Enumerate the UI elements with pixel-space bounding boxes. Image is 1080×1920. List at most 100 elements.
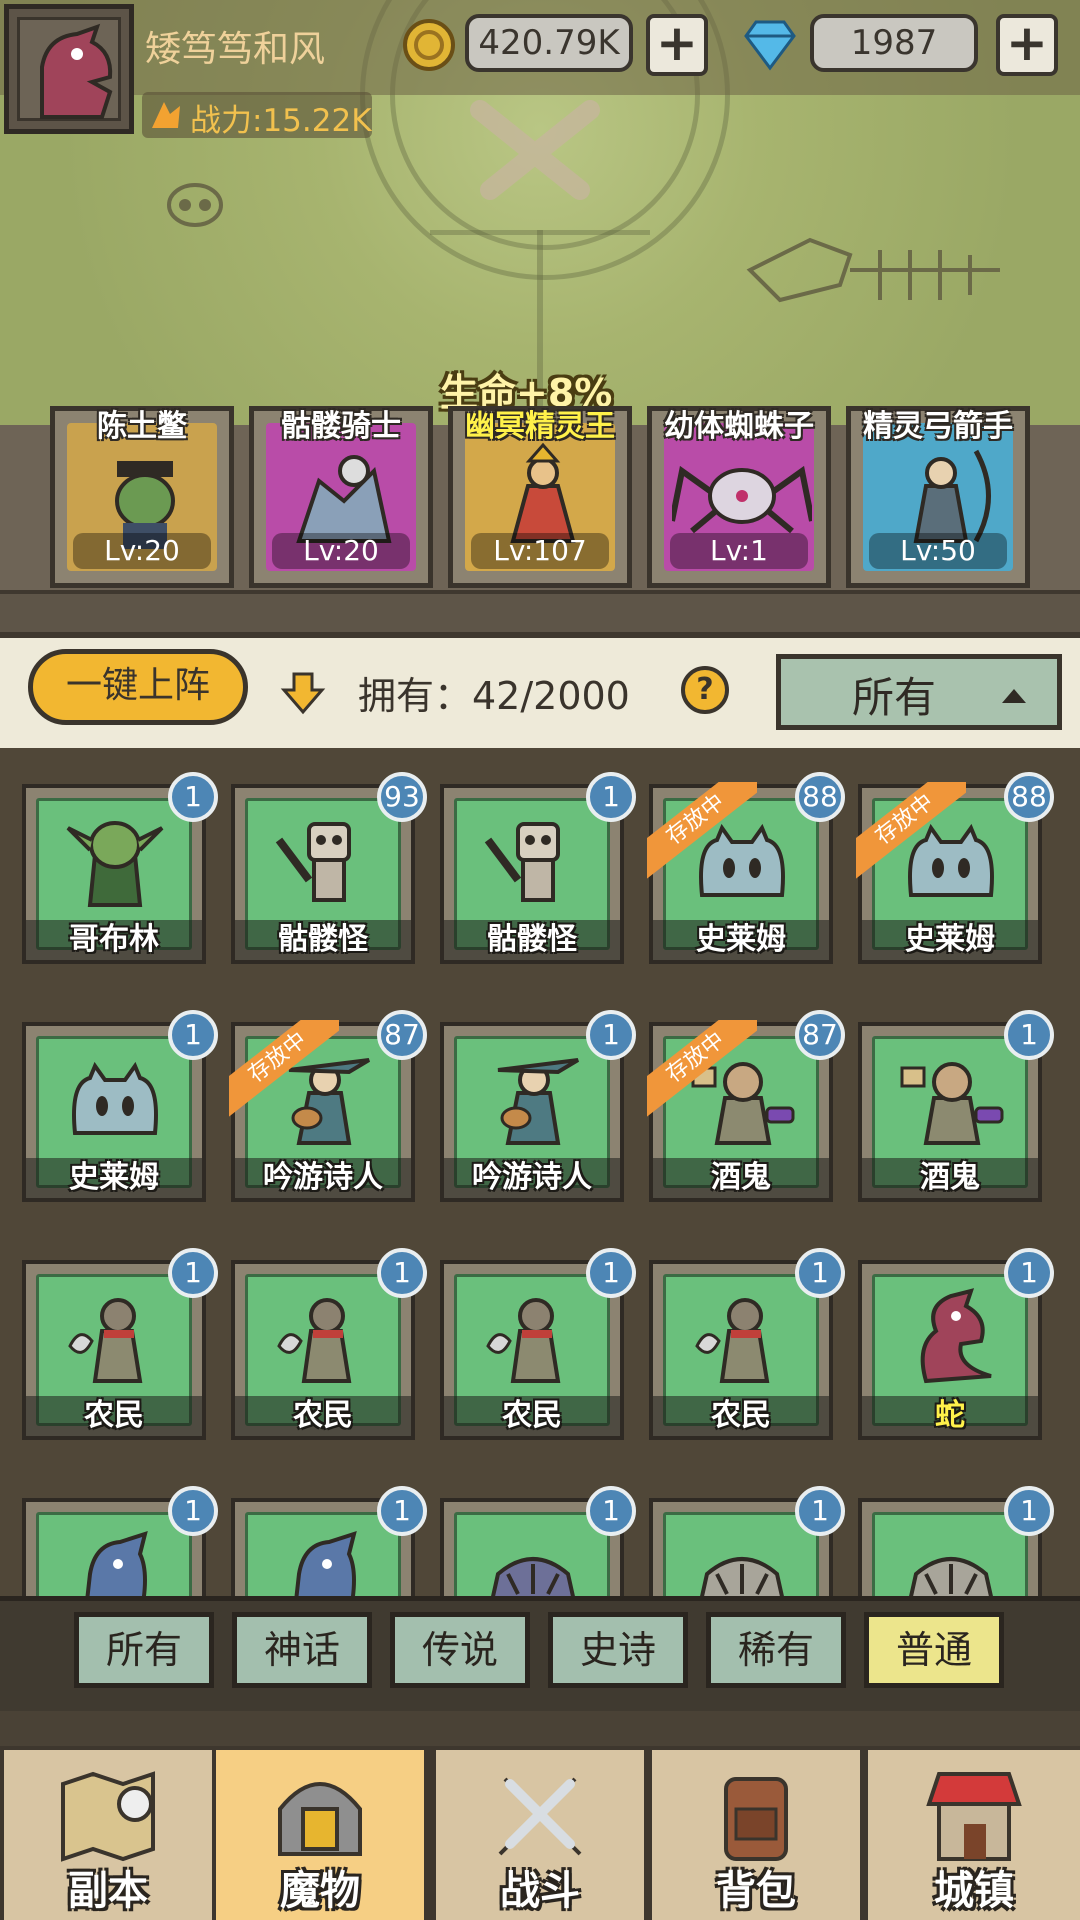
count-badge: 87 <box>795 1010 845 1060</box>
dragon-skeleton-icon <box>746 237 1000 303</box>
nav-label: 副本 <box>68 1868 148 1914</box>
backpack-icon <box>724 1777 788 1861</box>
monster-card[interactable]: 吟游诗人 1 <box>440 1010 636 1202</box>
monster-name: 农民 <box>502 1398 562 1433</box>
gold-coin-icon <box>403 19 455 71</box>
add-diamond-button[interactable]: + <box>996 14 1058 76</box>
snake-icon <box>920 1288 992 1384</box>
diamond-amount: 1987 <box>810 14 978 72</box>
slot-name: 幽冥精灵王 <box>465 409 615 444</box>
monster-card[interactable]: 史莱姆 存放中 88 <box>856 772 1054 964</box>
farmer-icon <box>486 1298 561 1383</box>
owned-count: 拥有：42/2000 <box>358 674 630 718</box>
power-icon <box>152 102 180 128</box>
diamond-icon <box>744 20 796 71</box>
monster-card[interactable]: 农民 1 <box>649 1248 845 1440</box>
stored-ribbon: 存放中 <box>229 1020 339 1130</box>
monster-card[interactable]: 酒鬼 存放中 87 <box>647 1010 845 1202</box>
count-badge: 1 <box>377 1248 427 1298</box>
lineup-slot-3[interactable]: Lv:107 幽冥精灵王 <box>448 406 632 588</box>
count-badge: 1 <box>586 1010 636 1060</box>
monster-name: 哥布林 <box>69 922 159 957</box>
crossed-swords-emblem-icon <box>470 100 600 200</box>
farmer-icon <box>277 1298 352 1383</box>
monster-card[interactable]: 酒鬼 1 <box>858 1010 1054 1202</box>
player-name: 矮笃笃和风 <box>145 29 326 70</box>
monster-name: 酒鬼 <box>711 1160 771 1195</box>
monster-card[interactable]: 哥布林 1 <box>22 772 218 964</box>
monster-name: 农民 <box>84 1398 144 1433</box>
stored-label: 存放中 <box>229 1020 339 1123</box>
lineup-slot-1[interactable]: Lv:20 陈土鳖 <box>50 406 234 588</box>
count-badge: 1 <box>795 1486 845 1536</box>
count-badge: 1 <box>1004 1010 1054 1060</box>
goblin-icon <box>66 821 164 907</box>
caret-up-icon <box>1002 689 1026 703</box>
rarity-tab-rare[interactable]: 稀有 <box>706 1612 846 1688</box>
farmer-icon <box>695 1298 770 1383</box>
rarity-tab-legendary[interactable]: 传说 <box>390 1612 530 1688</box>
nav-label: 魔物 <box>280 1868 360 1914</box>
baby-spider-icon <box>672 465 812 534</box>
lineup-ledge <box>0 590 1080 634</box>
monster-card[interactable]: 农民 1 <box>231 1248 427 1440</box>
count-badge: 1 <box>168 772 218 822</box>
count-badge: 1 <box>1004 1486 1054 1536</box>
slot-level: Lv:107 <box>471 533 609 569</box>
power-value: 战力:15.22K <box>190 103 372 139</box>
nav-tab-battle[interactable]: 战斗 <box>432 1750 644 1920</box>
monster-name: 史莱姆 <box>69 1160 159 1195</box>
monster-card[interactable]: 农民 1 <box>440 1248 636 1440</box>
helmet-icon <box>278 1782 362 1856</box>
drunkard-icon <box>900 1062 1004 1145</box>
monster-card[interactable]: 史莱姆 存放中 88 <box>647 772 845 964</box>
count-badge: 1 <box>586 1248 636 1298</box>
nav-label: 背包 <box>716 1868 796 1914</box>
monster-card[interactable]: 农民 1 <box>22 1248 218 1440</box>
monster-card[interactable]: 骷髅怪 93 <box>231 772 427 964</box>
down-arrow-icon[interactable] <box>280 670 326 716</box>
monster-card[interactable]: 蛇1 <box>858 1248 1054 1440</box>
monster-card[interactable]: 史莱姆 1 <box>22 1010 218 1202</box>
monster-card[interactable]: 骷髅怪 1 <box>440 772 636 964</box>
rarity-tab-epic[interactable]: 史诗 <box>548 1612 688 1688</box>
monster-name: 农民 <box>293 1398 353 1433</box>
bard-icon <box>497 1058 580 1145</box>
lineup-slot-2[interactable]: Lv:20 骷髅骑士 <box>249 406 433 588</box>
skeleton-icon <box>275 822 351 902</box>
stored-label: 存放中 <box>647 782 757 885</box>
lineup-slot-5[interactable]: Lv:50 精灵弓箭手 <box>846 406 1030 588</box>
nav-tab-dungeon[interactable]: 副本 <box>0 1750 212 1920</box>
slot-name: 精灵弓箭手 <box>863 409 1013 444</box>
rarity-tab-all[interactable]: 所有 <box>74 1612 214 1688</box>
count-badge: 88 <box>795 772 845 822</box>
auto-deploy-button[interactable]: 一键上阵 <box>28 649 248 725</box>
nav-tab-town[interactable]: 城镇 <box>864 1750 1080 1920</box>
slot-level: Lv:20 <box>272 533 410 569</box>
rarity-tab-common[interactable]: 普通 <box>864 1612 1004 1688</box>
gold-amount: 420.79K <box>465 14 633 72</box>
farmer-icon <box>68 1298 143 1383</box>
add-gold-button[interactable]: + <box>646 14 708 76</box>
stored-ribbon: 存放中 <box>647 782 757 892</box>
skull-icon <box>167 183 223 227</box>
slot-level: Lv:50 <box>869 533 1007 569</box>
monster-name: 蛇 <box>935 1398 965 1433</box>
count-badge: 1 <box>168 1486 218 1536</box>
count-badge: 88 <box>1004 772 1054 822</box>
lineup-slot-4[interactable]: Lv:1 幼体蜘蛛子 <box>647 406 831 588</box>
player-avatar[interactable] <box>4 4 134 134</box>
skeleton-icon <box>484 822 560 902</box>
slot-level: Lv:20 <box>73 533 211 569</box>
nav-tab-backpack[interactable]: 背包 <box>648 1750 860 1920</box>
rarity-tab-mythic[interactable]: 神话 <box>232 1612 372 1688</box>
filter-value: 所有 <box>852 673 937 722</box>
help-icon[interactable]: ? <box>681 666 729 714</box>
count-badge: 1 <box>377 1486 427 1536</box>
monster-name: 史莱姆 <box>905 922 995 957</box>
slot-name: 骷髅骑士 <box>281 409 401 444</box>
slot-level: Lv:1 <box>670 533 808 569</box>
stored-label: 存放中 <box>647 1020 757 1123</box>
monster-card[interactable]: 吟游诗人 存放中 87 <box>229 1010 427 1202</box>
nav-tab-monsters[interactable]: 魔物 <box>212 1750 424 1920</box>
